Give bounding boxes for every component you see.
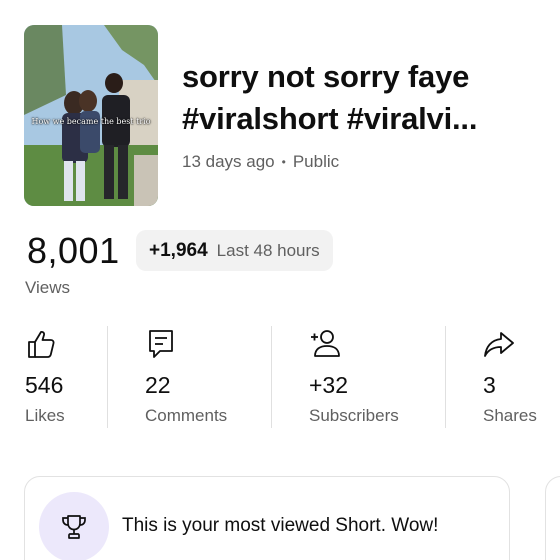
views-count: 8,001 bbox=[27, 230, 120, 271]
thumbnail-caption: How we became the best trio bbox=[31, 117, 151, 126]
milestone-message: This is your most viewed Short. Wow! bbox=[122, 515, 439, 536]
metric-likes[interactable]: 546 Likes bbox=[25, 328, 105, 428]
add-person-icon bbox=[311, 330, 340, 357]
video-meta: 13 days ago • Public bbox=[182, 152, 339, 172]
thumbnail-image bbox=[24, 25, 158, 206]
shares-label: Shares bbox=[483, 406, 537, 425]
share-icon bbox=[484, 332, 514, 357]
video-age: 13 days ago bbox=[182, 152, 275, 171]
metric-shares[interactable]: 3 Shares bbox=[483, 328, 558, 428]
comment-icon bbox=[149, 330, 173, 358]
comments-count: 22 bbox=[145, 372, 171, 398]
trophy-icon bbox=[62, 515, 86, 539]
video-thumbnail[interactable]: How we became the best trio bbox=[24, 25, 158, 206]
thumbs-up-icon bbox=[28, 331, 55, 358]
subscribers-label: Subscribers bbox=[309, 406, 399, 425]
metric-divider bbox=[271, 326, 272, 428]
comments-label: Comments bbox=[145, 406, 228, 425]
metric-divider bbox=[107, 326, 108, 428]
short-analytics-page: How we became the best trio sorry not so… bbox=[0, 0, 560, 560]
video-title: sorry not sorry faye #viralshort #viralv… bbox=[182, 59, 478, 136]
metric-comments[interactable]: 22 Comments bbox=[145, 328, 265, 428]
views-delta-badge: +1,964 Last 48 hours bbox=[136, 230, 333, 271]
views-delta-value: +1,964 bbox=[149, 239, 208, 261]
shares-count: 3 bbox=[483, 372, 496, 398]
views-delta-period: Last 48 hours bbox=[216, 240, 320, 260]
views-label: Views bbox=[25, 278, 71, 297]
trophy-badge bbox=[39, 492, 109, 560]
visibility-status: Public bbox=[292, 152, 340, 171]
next-milestone-card[interactable] bbox=[545, 476, 560, 560]
metric-subscribers[interactable]: +32 Subscribers bbox=[309, 328, 429, 428]
milestone-card[interactable]: This is your most viewed Short. Wow! bbox=[24, 476, 510, 560]
subscribers-count: +32 bbox=[309, 372, 349, 398]
metric-divider bbox=[445, 326, 446, 428]
meta-separator: • bbox=[281, 155, 286, 169]
likes-label: Likes bbox=[25, 406, 65, 425]
likes-count: 546 bbox=[25, 372, 64, 398]
